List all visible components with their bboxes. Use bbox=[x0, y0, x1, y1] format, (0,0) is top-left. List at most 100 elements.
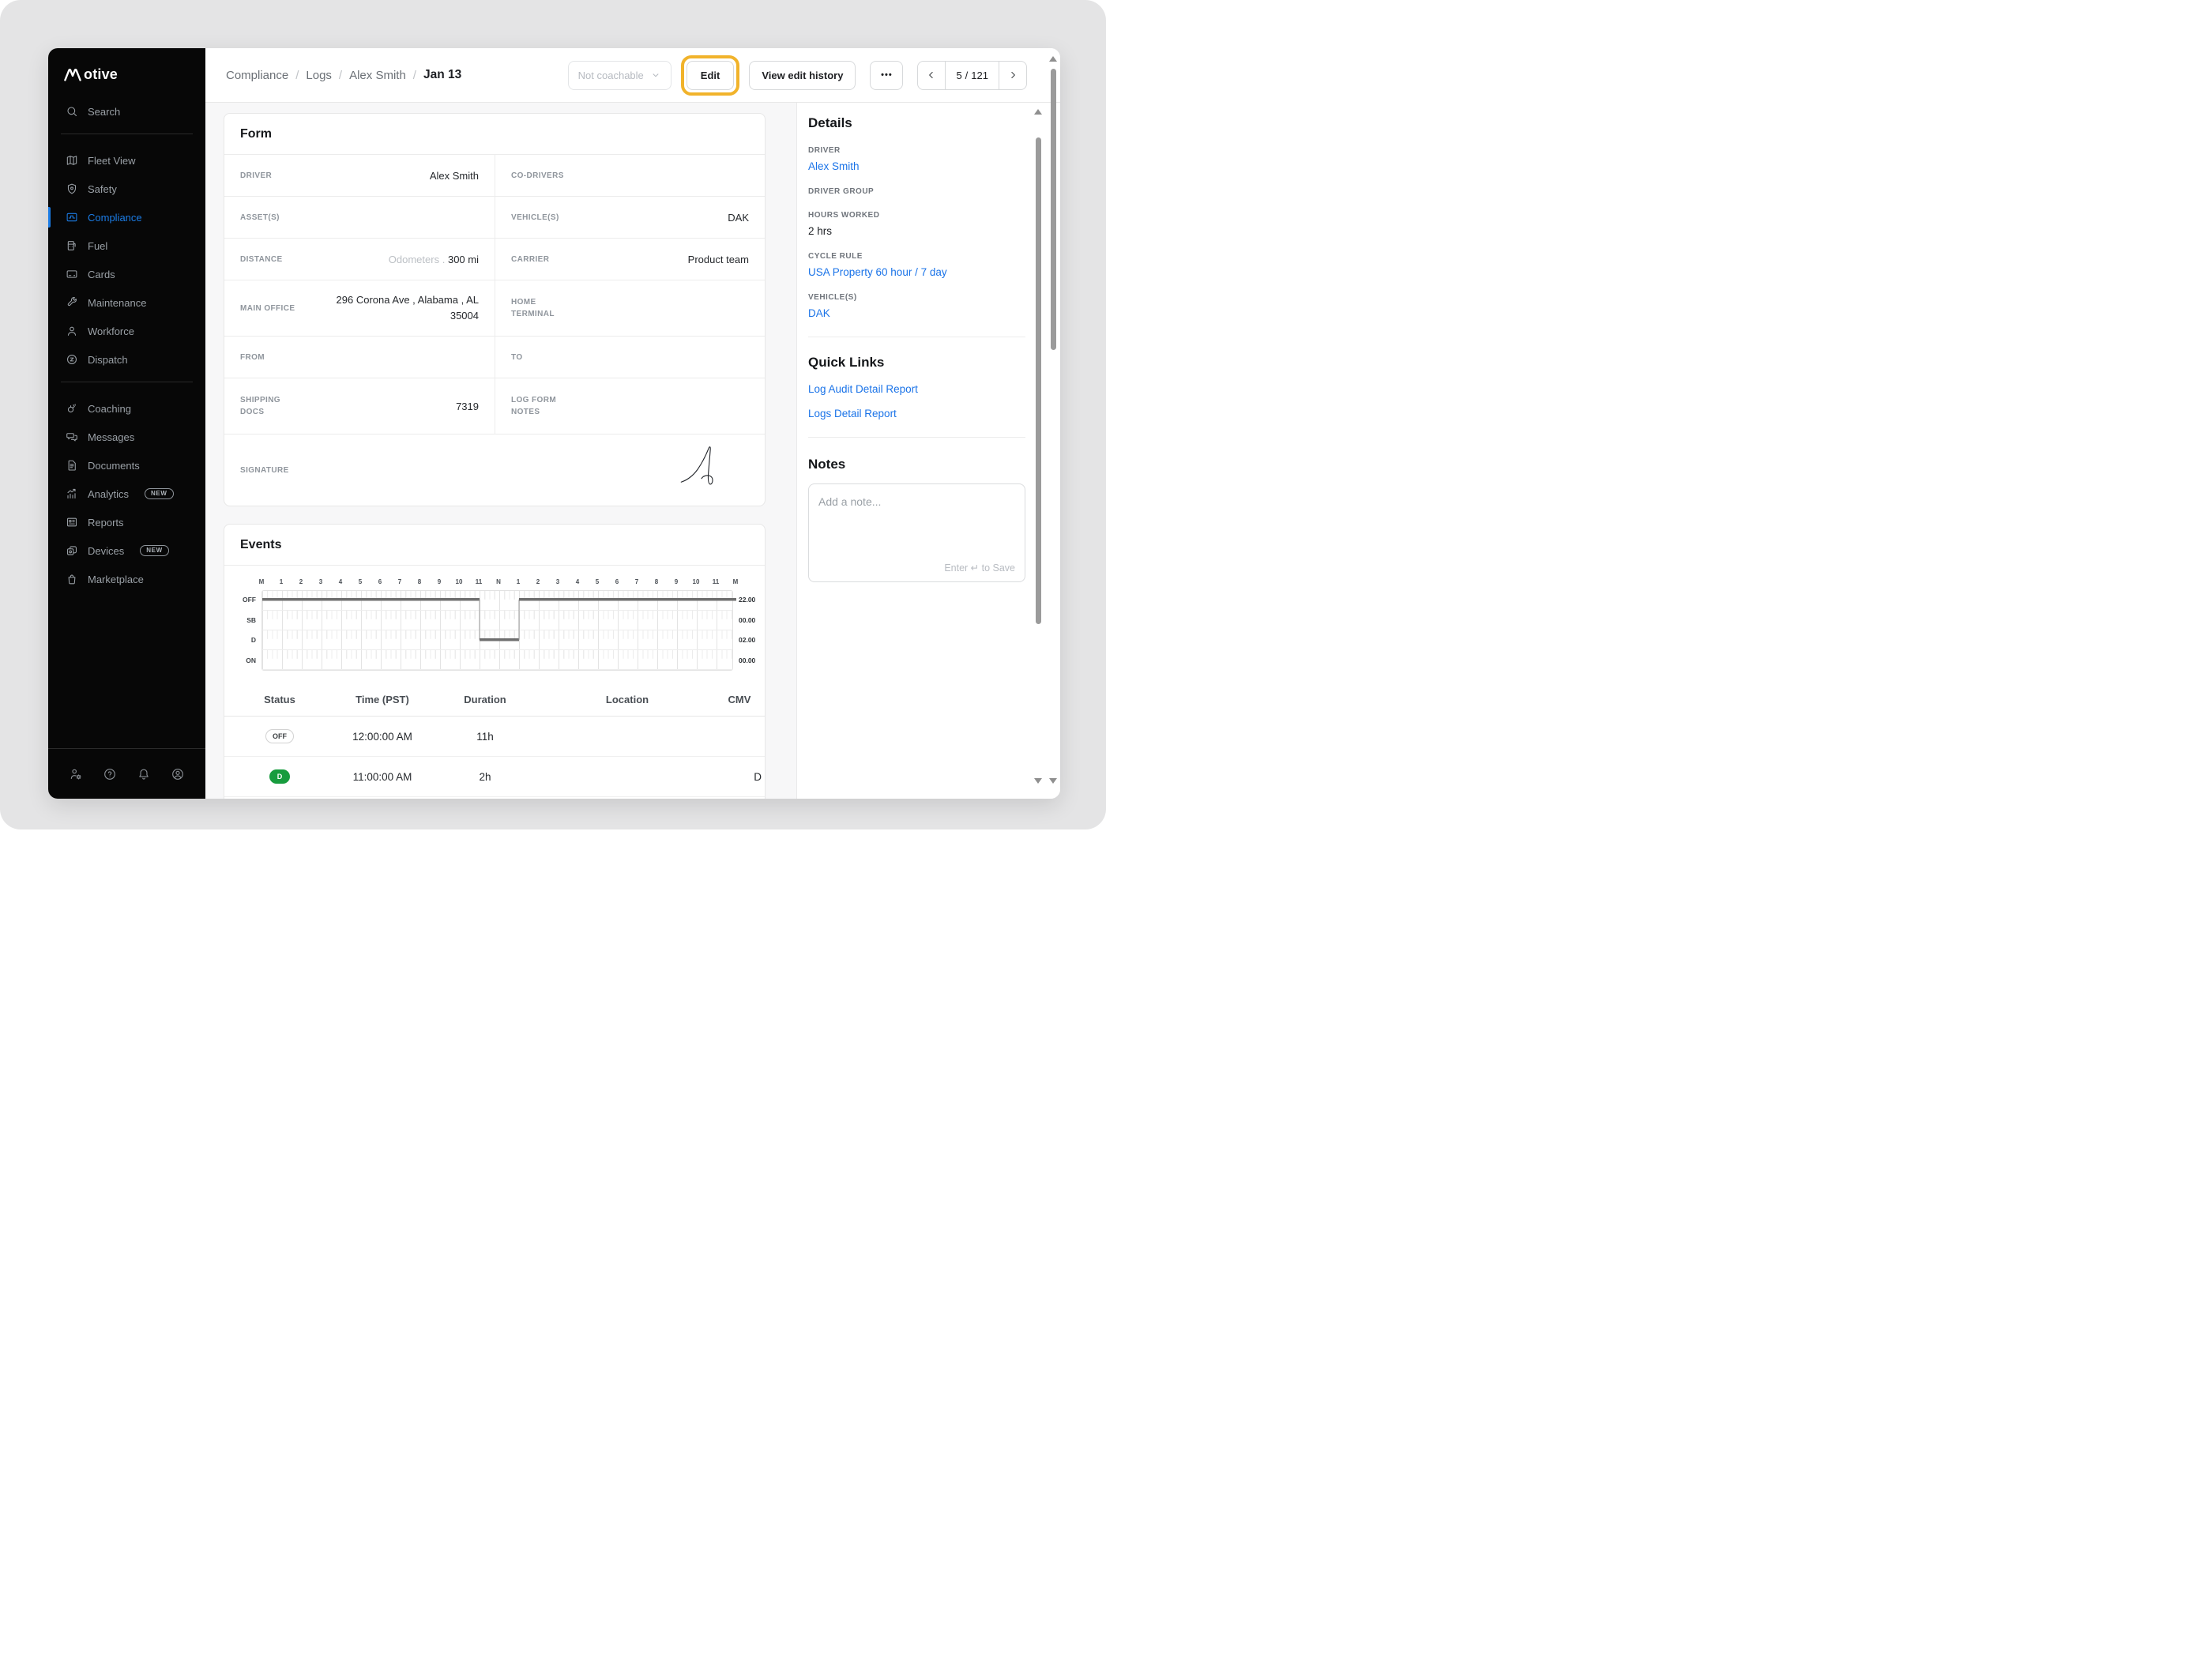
analytics-icon bbox=[66, 487, 78, 500]
distance-separator: . bbox=[442, 254, 446, 265]
event-duration: 2h bbox=[430, 771, 540, 783]
not-coachable-dropdown[interactable]: Not coachable bbox=[568, 61, 672, 90]
details-vehicle-link[interactable]: DAK bbox=[808, 307, 1025, 319]
hos-status-label: D bbox=[235, 630, 261, 651]
quick-link-logs-detail-report[interactable]: Logs Detail Report bbox=[808, 408, 1025, 419]
details-scrollbar-thumb[interactable] bbox=[1036, 137, 1041, 624]
hos-hour-label: 7 bbox=[635, 578, 638, 585]
form-field-vehicles: VEHICLE(S) DAK bbox=[495, 197, 765, 238]
sidebar-item-workforce[interactable]: Workforce bbox=[48, 317, 205, 345]
edit-highlight-ring: Edit bbox=[681, 55, 740, 96]
hos-hour-label: 2 bbox=[536, 578, 540, 585]
account-icon[interactable] bbox=[171, 767, 185, 781]
hos-hour-label: 9 bbox=[675, 578, 678, 585]
events-card-title: Events bbox=[224, 525, 765, 566]
edit-button[interactable]: Edit bbox=[687, 61, 735, 90]
sidebar-item-label: Workforce bbox=[88, 325, 134, 337]
sidebar-item-marketplace[interactable]: Marketplace bbox=[48, 565, 205, 593]
next-log-button[interactable] bbox=[999, 62, 1026, 89]
details-hours-worked-label: HOURS WORKED bbox=[808, 211, 1025, 220]
details-cycle-rule-link[interactable]: USA Property 60 hour / 7 day bbox=[808, 266, 1025, 278]
view-edit-history-button[interactable]: View edit history bbox=[749, 61, 856, 90]
sidebar-item-messages[interactable]: Messages bbox=[48, 423, 205, 451]
sidebar-item-compliance[interactable]: Compliance bbox=[48, 203, 205, 231]
breadcrumb-alex-smith[interactable]: Alex Smith bbox=[349, 69, 406, 82]
sidebar-item-reports[interactable]: Reports bbox=[48, 508, 205, 536]
sidebar-item-fleet-view[interactable]: Fleet View bbox=[48, 146, 205, 175]
help-icon[interactable] bbox=[103, 767, 117, 781]
sidebar-footer bbox=[48, 748, 205, 799]
sidebar-primary-nav: Fleet View SafetyComplianceFuel Cards Maint… bbox=[48, 146, 205, 374]
breadcrumb-separator: / bbox=[413, 69, 416, 82]
sidebar-item-search[interactable]: Search bbox=[48, 97, 205, 126]
events-table-row[interactable]: OFF12:00:00 AM11h bbox=[224, 717, 765, 757]
column-header-status: Status bbox=[224, 694, 335, 705]
details-divider bbox=[808, 437, 1025, 438]
field-value: Odometers . 300 mi bbox=[389, 254, 479, 265]
window-scrollbar-down-arrow[interactable] bbox=[1049, 778, 1057, 784]
form-field-log-form-notes: LOG FORM NOTES bbox=[495, 378, 765, 434]
quick-link-log-audit-detail-report[interactable]: Log Audit Detail Report bbox=[808, 383, 1025, 395]
details-driver-link[interactable]: Alex Smith bbox=[808, 160, 1025, 172]
hos-hour-label: 1 bbox=[517, 578, 520, 585]
form-card-title: Form bbox=[224, 114, 765, 155]
form-card: Form DRIVER Alex Smith CO-DRIVERS ASSET(… bbox=[224, 113, 766, 506]
details-scrollbar-down-arrow[interactable] bbox=[1034, 778, 1042, 784]
hos-hour-label: 6 bbox=[378, 578, 382, 585]
sidebar-item-label: Cards bbox=[88, 269, 115, 280]
sidebar-item-safety[interactable]: Safety bbox=[48, 175, 205, 203]
hos-hour-label: 8 bbox=[418, 578, 421, 585]
chat-icon bbox=[66, 431, 78, 443]
previous-log-button[interactable] bbox=[918, 62, 945, 89]
app-window: otive Search Fleet ViewSafetyComplianceF… bbox=[48, 48, 1060, 799]
hos-duty-line bbox=[262, 591, 736, 672]
hos-status-label: ON bbox=[235, 651, 261, 672]
fuel-icon bbox=[66, 239, 78, 252]
form-field-shipping-docs: SHIPPING DOCS 7319 bbox=[224, 378, 495, 434]
vehicle-link[interactable]: DAK bbox=[728, 212, 749, 224]
events-table-body: OFF12:00:00 AM11hD11:00:00 AM2hD bbox=[224, 717, 765, 797]
hos-status-total: 00.00 bbox=[733, 651, 765, 672]
events-table-row[interactable]: D11:00:00 AM2hD bbox=[224, 757, 765, 797]
event-time: 12:00:00 AM bbox=[335, 731, 430, 743]
log-pagination: 5 / 121 bbox=[917, 61, 1027, 90]
window-scrollbar-up-arrow[interactable] bbox=[1049, 56, 1057, 62]
sidebar-item-analytics[interactable]: AnalyticsNEW bbox=[48, 480, 205, 508]
hos-row-totals: 22.0000.0002.0000.00 bbox=[733, 590, 765, 671]
hos-hour-label: 3 bbox=[556, 578, 559, 585]
details-scrollbar-up-arrow[interactable] bbox=[1034, 109, 1042, 115]
hos-hour-label: 3 bbox=[319, 578, 322, 585]
field-label: DISTANCE bbox=[240, 254, 313, 265]
sidebar-item-maintenance[interactable]: Maintenance bbox=[48, 288, 205, 317]
more-actions-button[interactable]: ••• bbox=[870, 61, 903, 90]
compliance-icon bbox=[66, 211, 78, 224]
breadcrumb-separator: / bbox=[295, 69, 299, 82]
hos-duty-status-chart: M1234567891011N1234567891011M OFFSBDON 2… bbox=[224, 566, 765, 682]
user-settings-icon[interactable] bbox=[69, 767, 83, 781]
sidebar-item-coaching[interactable]: Coaching bbox=[48, 394, 205, 423]
hos-hour-label: 6 bbox=[615, 578, 619, 585]
sidebar-item-cards[interactable]: Cards bbox=[48, 260, 205, 288]
window-scrollbar-thumb[interactable] bbox=[1051, 69, 1056, 350]
breadcrumb-compliance[interactable]: Compliance bbox=[226, 69, 288, 82]
field-value: 296 Corona Ave , Alabama , AL 35004 bbox=[317, 292, 479, 324]
dispatch-icon bbox=[66, 353, 78, 366]
notifications-icon[interactable] bbox=[137, 767, 151, 781]
hos-hour-label: N bbox=[496, 578, 501, 585]
note-input[interactable]: Add a note... Enter ↵ to Save bbox=[808, 483, 1025, 582]
sidebar-item-label: Fleet View bbox=[88, 155, 135, 167]
details-driver-label: DRIVER bbox=[808, 146, 1025, 155]
sidebar-item-documents[interactable]: Documents bbox=[48, 451, 205, 480]
breadcrumb-current-page: Jan 13 bbox=[423, 68, 461, 82]
sidebar-item-fuel[interactable]: Fuel bbox=[48, 231, 205, 260]
search-icon bbox=[66, 105, 78, 118]
page-total: 121 bbox=[971, 70, 988, 81]
sidebar-item-label: Reports bbox=[88, 517, 124, 529]
hos-hour-label: 11 bbox=[713, 578, 719, 585]
sidebar-item-dispatch[interactable]: Dispatch bbox=[48, 345, 205, 374]
breadcrumb-logs[interactable]: Logs bbox=[306, 69, 332, 82]
hos-grid bbox=[261, 590, 733, 671]
hos-hour-label: 4 bbox=[576, 578, 579, 585]
hos-status-total: 02.00 bbox=[733, 630, 765, 651]
sidebar-item-devices[interactable]: DevicesNEW bbox=[48, 536, 205, 565]
